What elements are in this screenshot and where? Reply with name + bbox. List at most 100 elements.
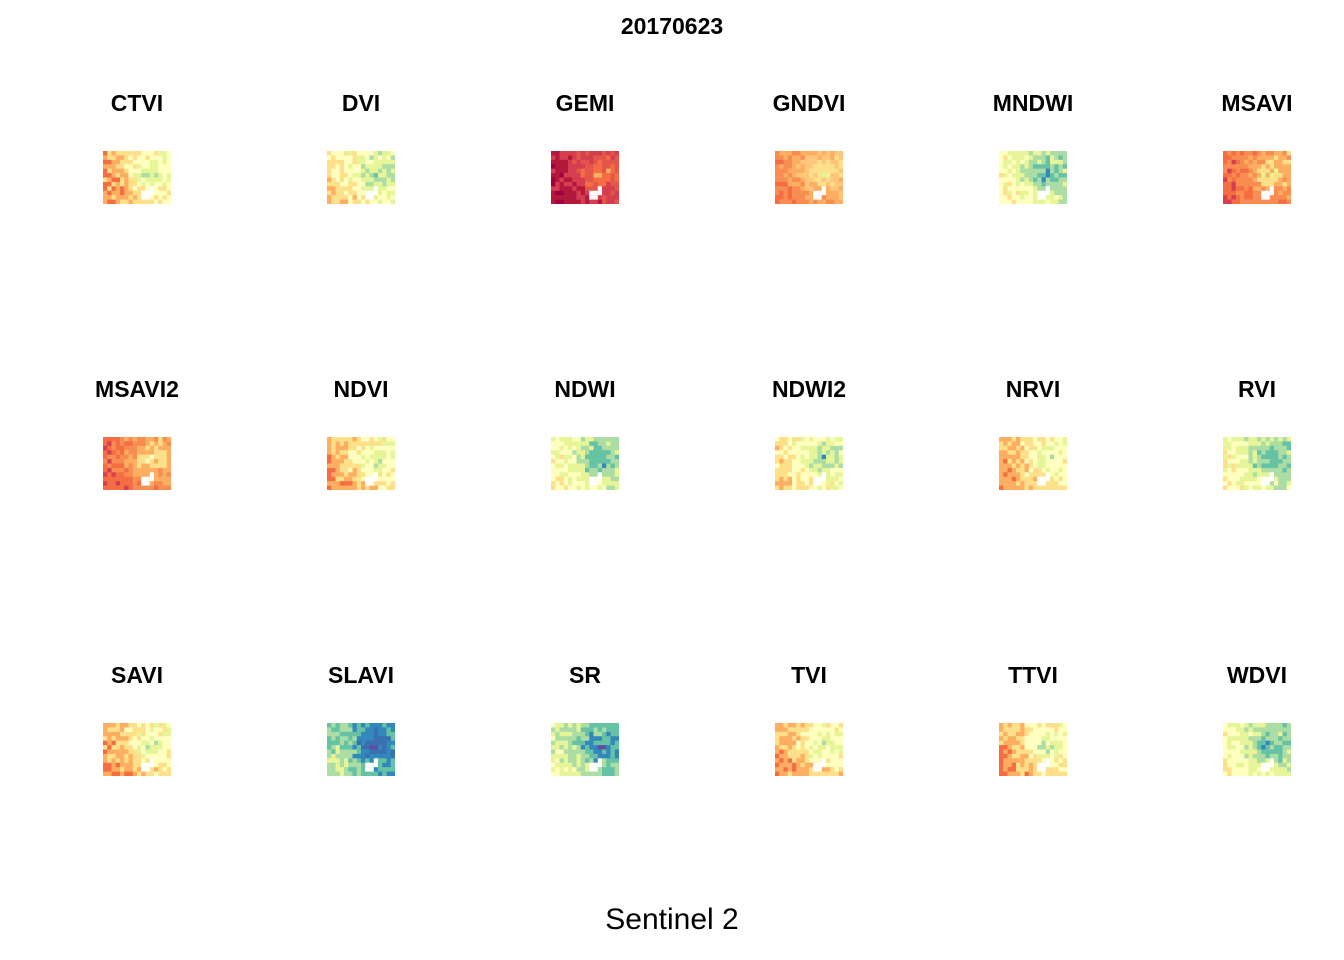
raster-cell [1024,177,1030,183]
raster-cell [103,731,108,737]
raster-cell [373,745,379,750]
raster-cell [585,758,590,764]
raster-cell [576,771,582,776]
raster-cell [386,173,392,178]
raster-cell [568,177,573,183]
raster-cell [580,745,586,750]
raster-cell [348,195,353,200]
raster-cell [154,445,159,451]
raster-cell [809,463,814,469]
raster-cell [555,463,560,469]
raster-cell [1024,749,1030,755]
raster-cell [335,199,341,204]
raster-cell [1244,758,1249,764]
raster-cell [551,441,556,447]
index-raster-map [327,151,395,204]
raster-cell [115,758,121,764]
raster-cell [107,181,112,187]
raster-cell [348,186,353,192]
raster-cell [166,771,171,776]
raster-cell [1282,164,1288,169]
raster-cell [1286,481,1291,486]
raster-cell [382,173,387,178]
raster-cell [352,762,358,768]
raster-cell [1007,445,1013,451]
raster-cell [1261,186,1266,192]
raster-cell [821,454,827,460]
raster-cell [378,450,383,455]
raster-cell [1231,445,1237,451]
raster-cell [1278,771,1283,776]
raster-cell [115,472,121,478]
raster-cell [999,195,1004,200]
raster-cell [335,459,341,464]
raster-cell [369,155,375,161]
raster-cell [382,749,387,755]
raster-cell [1235,168,1241,174]
nodata-cell [597,472,602,477]
raster-cell [796,437,801,442]
raster-cell [572,155,577,161]
raster-cell [999,190,1004,196]
raster-cell [999,463,1004,469]
raster-cell [597,159,603,165]
raster-cell [1050,745,1055,750]
raster-cell [149,749,155,755]
raster-cell [124,481,129,486]
raster-cell [103,454,108,460]
raster-cell [141,723,146,728]
raster-cell [128,762,134,768]
raster-cell [999,173,1004,178]
raster-cell [555,472,560,478]
raster-cell [365,437,370,442]
raster-cell [1033,745,1038,750]
raster-cell [124,437,129,442]
raster-cell [107,753,112,759]
raster-cell [568,723,573,728]
raster-cell [141,159,146,165]
raster-cell [572,437,577,442]
raster-cell [166,463,171,469]
raster-cell [141,164,146,169]
raster-cell [999,467,1004,473]
raster-cell [1240,758,1245,764]
raster-cell [339,749,345,755]
raster-cell [348,463,353,469]
raster-cell [783,731,789,737]
raster-cell [606,745,611,750]
raster-cell [361,177,366,183]
raster-cell [344,472,349,478]
raster-cell [327,186,332,192]
raster-cell [1227,441,1232,447]
raster-cell [1033,767,1038,772]
nodata-cell [369,767,374,772]
raster-cell [1037,736,1042,741]
raster-cell [809,767,814,772]
raster-cell [580,485,586,490]
raster-cell [120,190,125,196]
raster-cell [1058,155,1064,161]
raster-cell [107,463,112,469]
raster-cell [783,472,789,478]
raster-cell [1041,168,1047,174]
raster-cell [555,441,560,447]
raster-cell [352,753,358,759]
raster-cell [154,749,159,755]
raster-cell [107,749,112,755]
raster-cell [1024,454,1030,460]
raster-cell [1007,723,1013,728]
raster-cell [335,731,341,737]
raster-cell [1037,485,1042,490]
raster-cell [614,173,619,178]
raster-cell [335,758,341,764]
raster-cell [344,749,349,755]
raster-cell [593,727,599,733]
raster-cell [132,740,138,746]
raster-cell [154,723,159,728]
raster-cell [352,727,358,733]
raster-cell [1045,727,1051,733]
raster-cell [335,190,341,196]
raster-cell [1286,740,1291,746]
raster-cell [1274,758,1279,764]
raster-cell [1041,771,1047,776]
